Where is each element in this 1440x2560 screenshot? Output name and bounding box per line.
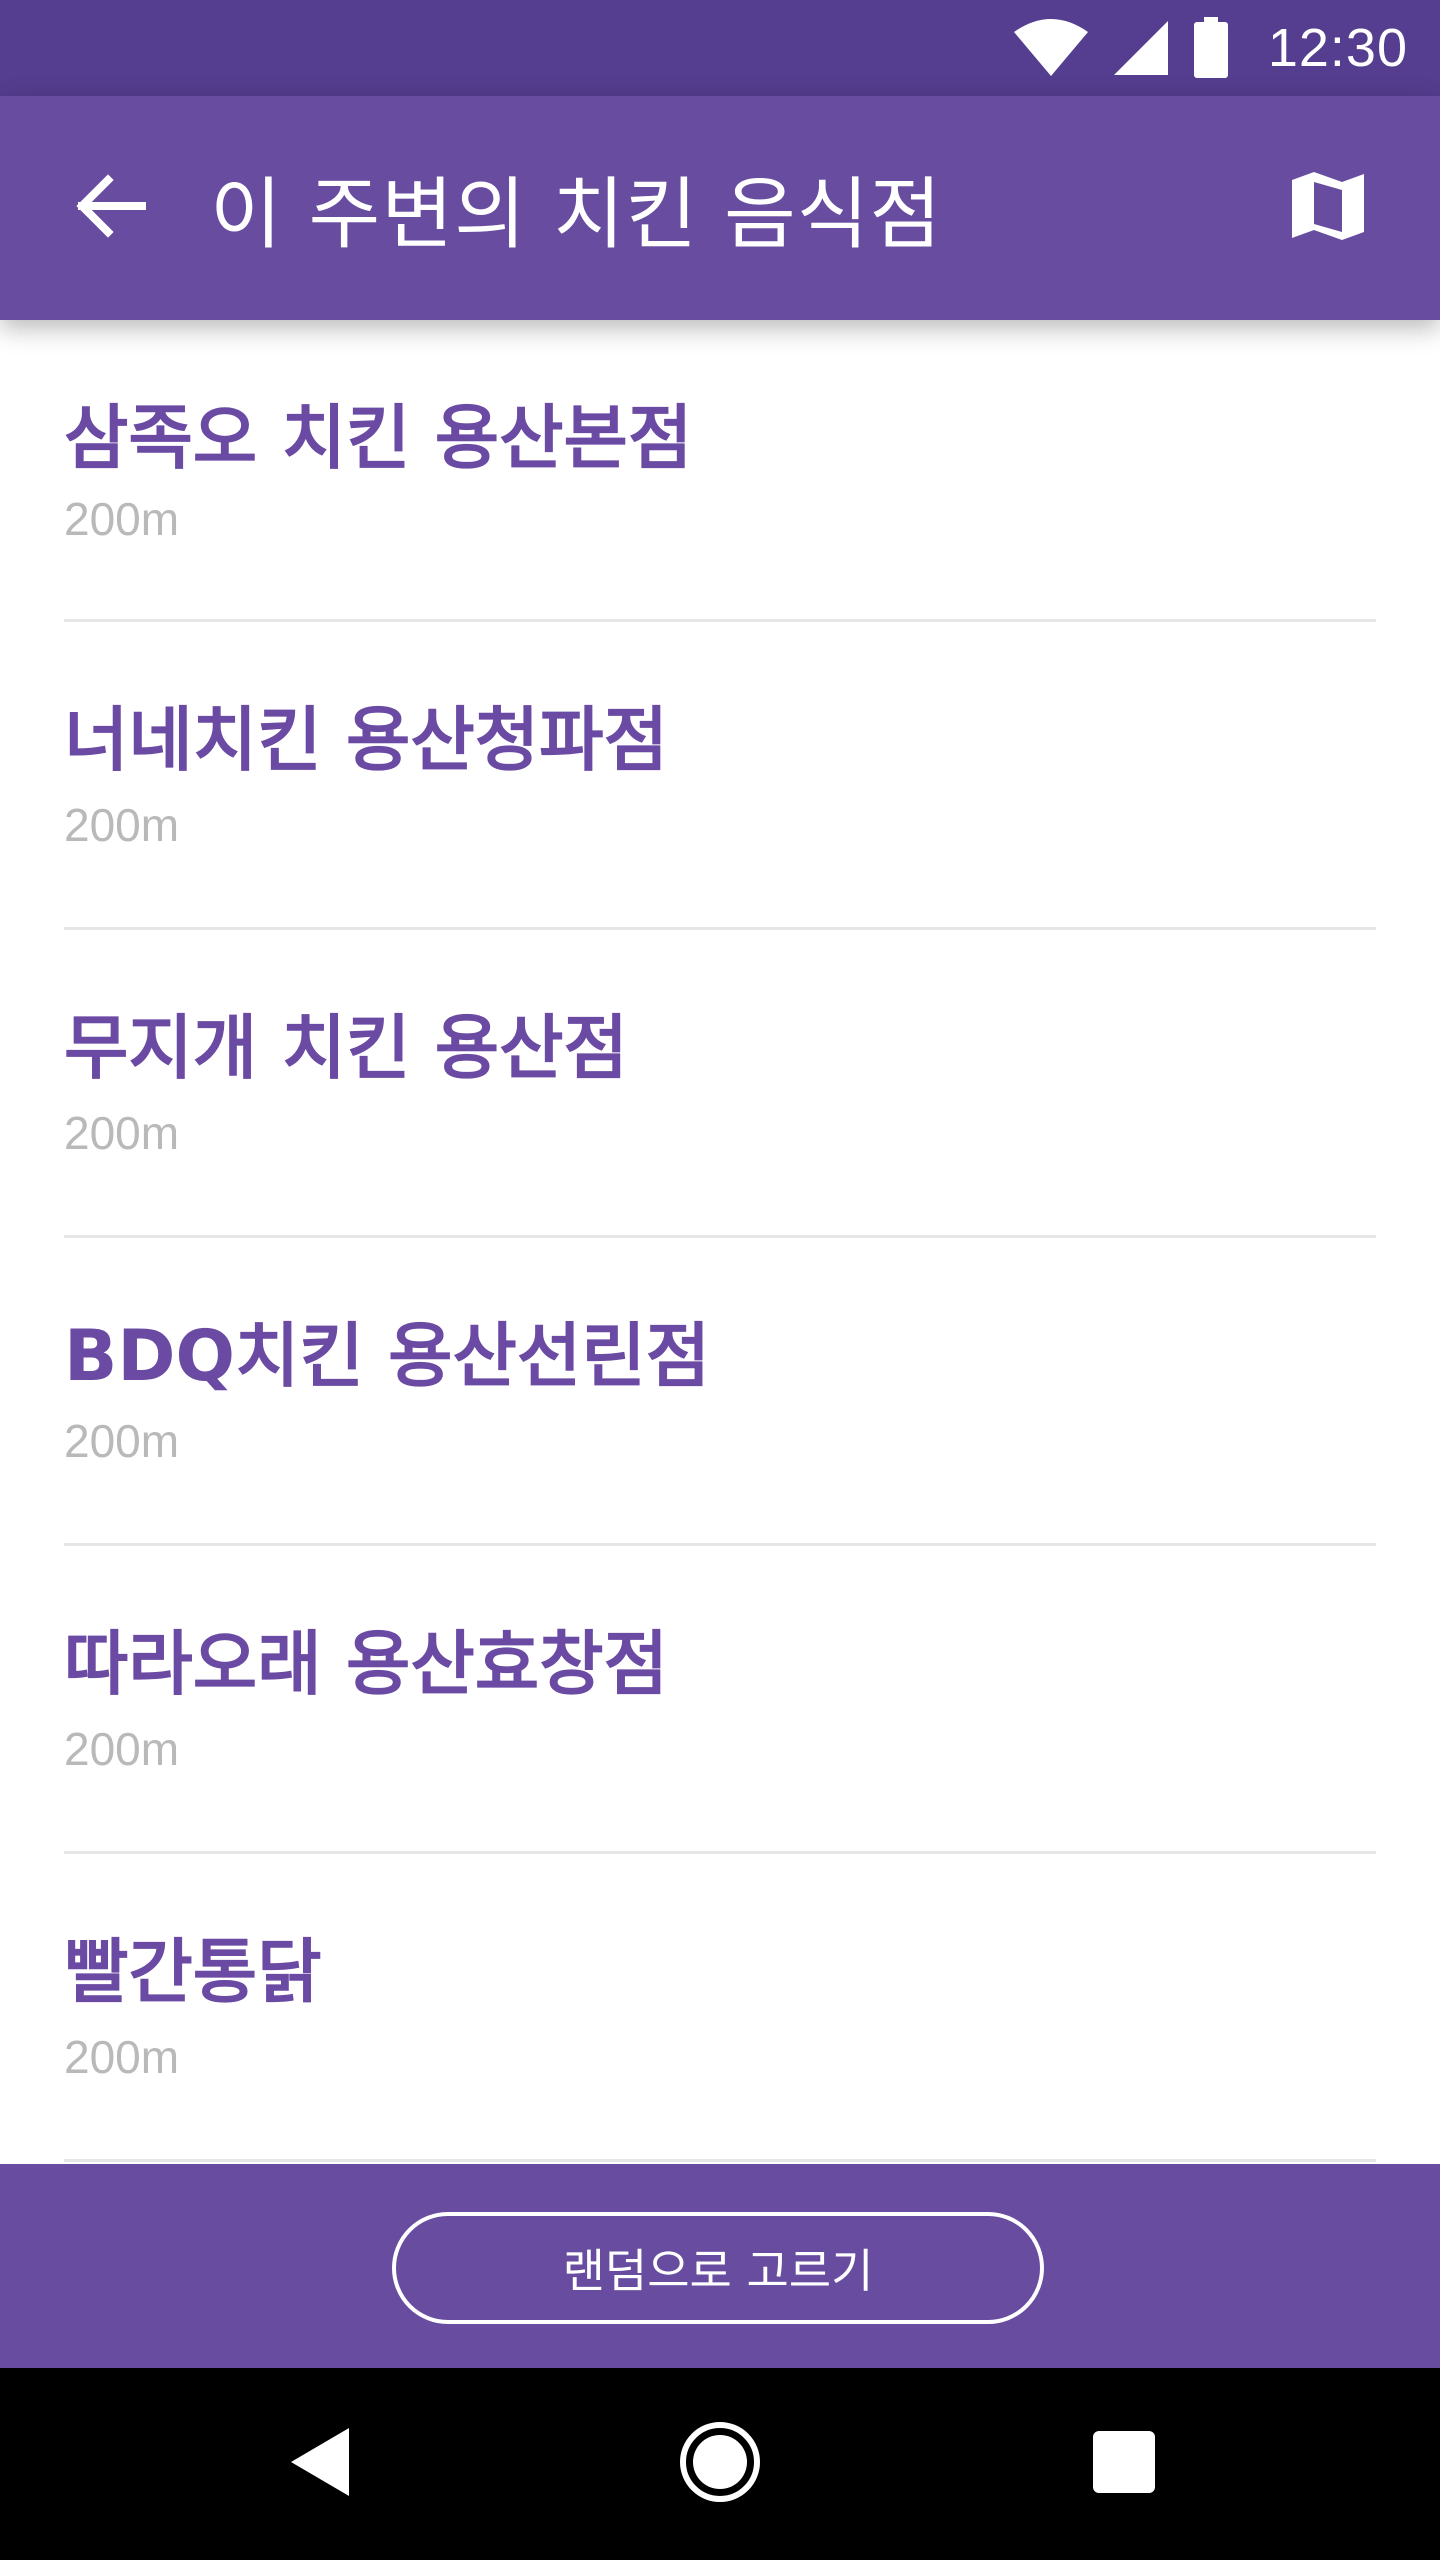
restaurant-name: BDQ치킨 용산선린점 xyxy=(64,1315,711,1397)
status-time: 12:30 xyxy=(1267,18,1408,78)
status-icons: 12:30 xyxy=(1012,0,1408,96)
map-button[interactable] xyxy=(1272,152,1384,264)
nav-back-button[interactable] xyxy=(272,2416,368,2512)
restaurant-name: 따라오래 용산효창점 xyxy=(64,1623,668,1705)
restaurant-name: 빨간통닭 xyxy=(64,1931,322,2013)
list-item[interactable]: 따라오래 용산효창점 200m xyxy=(64,1546,1376,1854)
restaurant-name: 너네치킨 용산청파점 xyxy=(64,699,668,781)
list-item[interactable]: BDQ치킨 용산선린점 200m xyxy=(64,1238,1376,1546)
signal-icon xyxy=(1112,19,1170,77)
system-nav-bar xyxy=(0,2368,1440,2560)
status-bar: 12:30 xyxy=(0,0,1440,96)
restaurant-distance: 200m xyxy=(64,493,180,545)
restaurant-distance: 200m xyxy=(64,799,180,851)
nav-recents-button[interactable] xyxy=(1076,2416,1172,2512)
app-bar: 이 주변의 치킨 음식점 xyxy=(0,96,1440,320)
restaurant-name: 삼족오 치킨 용산본점 xyxy=(64,397,693,479)
nav-back-icon xyxy=(287,2426,353,2502)
screen: 12:30 이 주변의 치킨 음식점 삼족오 치킨 용산본점 200m 너네치킨… xyxy=(0,0,1440,2560)
map-icon xyxy=(1290,168,1366,248)
restaurant-list: 삼족오 치킨 용산본점 200m 너네치킨 용산청파점 200m 무지개 치킨 … xyxy=(0,320,1440,2164)
random-pick-button[interactable]: 랜덤으로 고르기 xyxy=(392,2212,1044,2324)
restaurant-name: 무지개 치킨 용산점 xyxy=(64,1007,628,1089)
restaurant-distance: 200m xyxy=(64,1107,180,1159)
page-title: 이 주변의 치킨 음식점 xyxy=(210,170,943,260)
restaurant-distance: 200m xyxy=(64,2031,180,2083)
list-item[interactable]: 빨간통닭 200m xyxy=(64,1854,1376,2162)
list-item[interactable]: 무지개 치킨 용산점 200m xyxy=(64,930,1376,1238)
action-bar: 랜덤으로 고르기 xyxy=(0,2164,1440,2368)
restaurant-distance: 200m xyxy=(64,1723,180,1775)
list-item[interactable]: 삼족오 치킨 용산본점 200m xyxy=(64,320,1376,622)
nav-home-button[interactable] xyxy=(672,2416,768,2512)
battery-icon xyxy=(1192,17,1230,79)
back-button[interactable] xyxy=(56,152,168,264)
wifi-icon xyxy=(1012,18,1090,78)
nav-recents-icon xyxy=(1091,2429,1157,2499)
arrow-back-icon xyxy=(76,174,148,242)
restaurant-distance: 200m xyxy=(64,1415,180,1467)
nav-home-icon xyxy=(678,2420,762,2508)
list-item[interactable]: 너네치킨 용산청파점 200m xyxy=(64,622,1376,930)
